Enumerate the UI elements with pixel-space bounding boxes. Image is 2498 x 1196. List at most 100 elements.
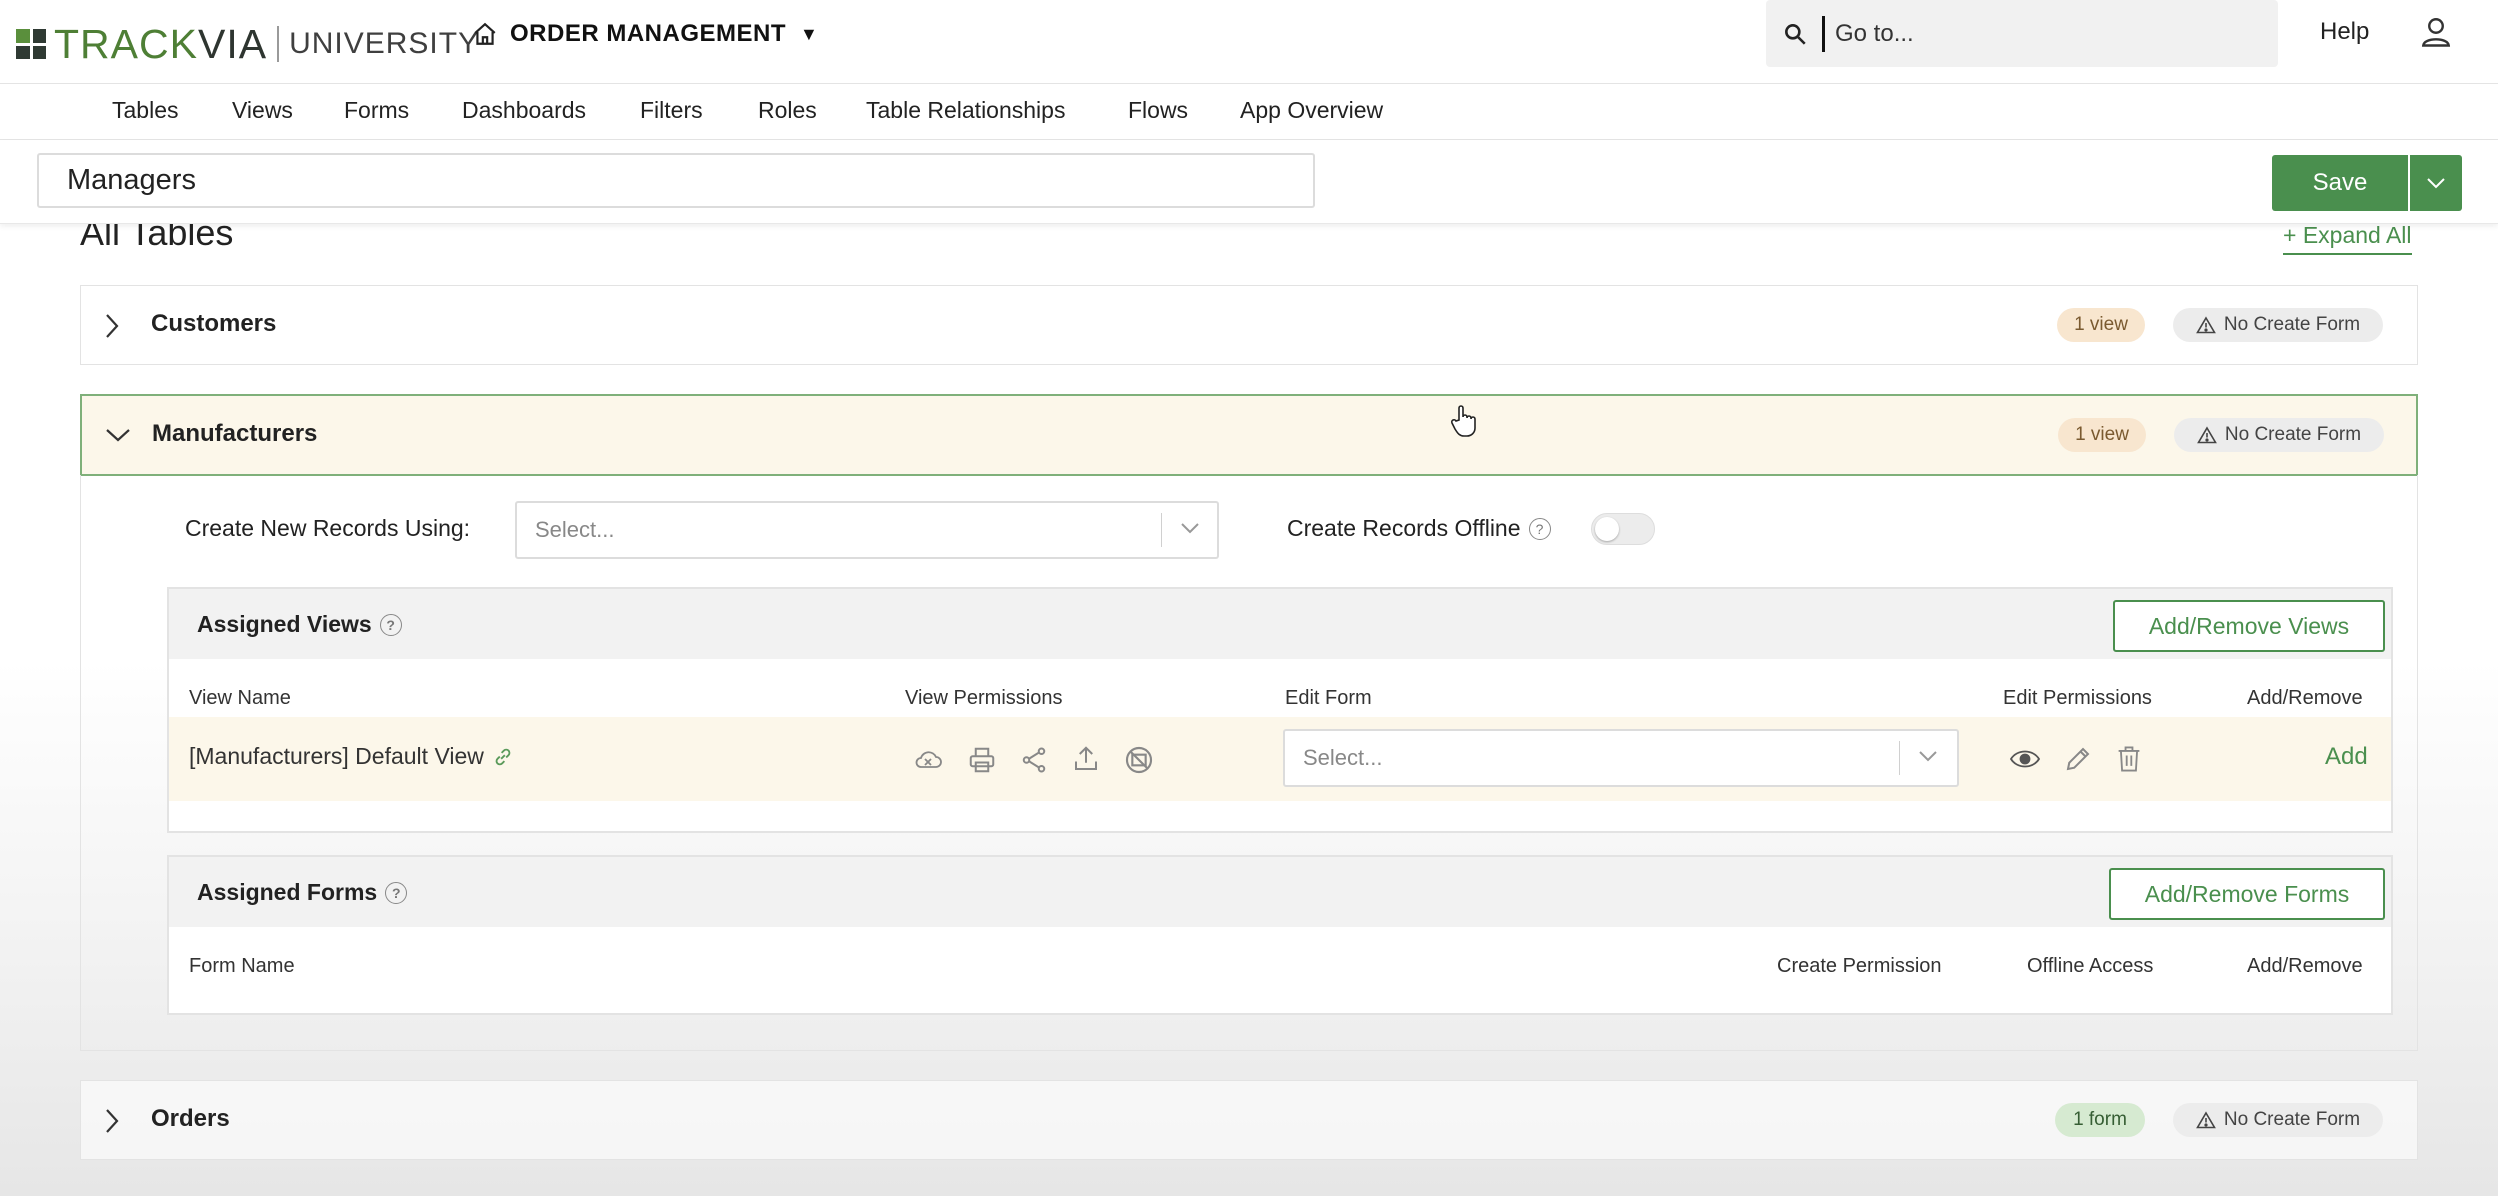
logo-mark-icon: [16, 29, 46, 59]
chevron-down-icon: [2425, 176, 2447, 190]
table-name: Manufacturers: [152, 420, 318, 447]
caret-down-icon: ▼: [800, 23, 819, 44]
create-new-records-label: Create New Records Using:: [185, 515, 471, 541]
nav-flows[interactable]: Flows: [1128, 97, 1188, 124]
nav-table-relationships[interactable]: Table Relationships: [866, 97, 1065, 124]
table-row-manufacturers[interactable]: Manufacturers 1 view No Create Form: [80, 394, 2418, 476]
assigned-forms-panel: Assigned Forms ? Add/Remove Forms Form N…: [167, 855, 2393, 1015]
nav-filters[interactable]: Filters: [640, 97, 703, 124]
no-create-form-badge: No Create Form: [2174, 418, 2384, 452]
toggle-knob: [1595, 517, 1619, 541]
no-create-form-badge: No Create Form: [2173, 1103, 2383, 1137]
pencil-icon[interactable]: [2063, 744, 2093, 774]
offline-toggle[interactable]: [1591, 513, 1655, 545]
user-icon[interactable]: [2418, 14, 2454, 50]
eye-icon[interactable]: [2009, 746, 2041, 772]
trackvia-university-logo[interactable]: TRACK VIA UNIVERSITY: [16, 20, 480, 67]
print-icon[interactable]: [967, 745, 997, 775]
export-icon[interactable]: [1071, 744, 1101, 774]
col-offline-access: Offline Access: [2027, 955, 2154, 977]
col-view-name: View Name: [189, 687, 291, 709]
view-name-text: [Manufacturers] Default View: [189, 743, 484, 769]
help-icon[interactable]: ?: [385, 881, 408, 904]
nav-views[interactable]: Views: [232, 97, 293, 124]
col-edit-permissions: Edit Permissions: [2003, 687, 2152, 709]
hand-cursor-icon: [1450, 404, 1478, 438]
assigned-forms-title-text: Assigned Forms: [197, 879, 378, 905]
warning-icon: [2195, 1111, 2216, 1129]
view-row: [Manufacturers] Default View Select... A…: [169, 717, 2391, 801]
assigned-forms-header: Assigned Forms ? Add/Remove Forms: [169, 857, 2391, 927]
help-link[interactable]: Help: [2320, 18, 2369, 46]
chevron-right-icon[interactable]: [103, 1107, 121, 1135]
goto-input[interactable]: Go to...: [1835, 20, 1914, 48]
no-create-form-label: No Create Form: [2223, 314, 2361, 335]
table-row-customers[interactable]: Customers 1 view No Create Form: [80, 285, 2418, 365]
select-divider: [1899, 741, 1900, 775]
chevron-down-icon: [1179, 521, 1201, 535]
role-bar: Save: [0, 140, 2498, 224]
content-area: All Tables + Expand All Customers 1 view…: [0, 212, 2498, 1196]
text-caret: [1822, 15, 1825, 52]
chevron-right-icon[interactable]: [103, 312, 121, 340]
col-add-remove: Add/Remove: [2247, 955, 2363, 977]
logo-university-text: UNIVERSITY: [289, 27, 480, 60]
nav-tables[interactable]: Tables: [112, 97, 178, 124]
select-divider: [1161, 513, 1162, 547]
logo-track-text: TRACK: [54, 20, 198, 67]
app-switcher[interactable]: ORDER MANAGEMENT ▼: [472, 14, 818, 54]
home-icon: [472, 21, 498, 47]
add-remove-forms-button[interactable]: Add/Remove Forms: [2109, 868, 2385, 920]
col-form-name: Form Name: [189, 955, 295, 977]
view-name: [Manufacturers] Default View: [189, 743, 514, 770]
warning-icon: [2195, 316, 2216, 334]
help-icon[interactable]: ?: [379, 613, 402, 636]
nav-roles[interactable]: Roles: [758, 97, 817, 124]
search-icon: [1782, 21, 1808, 47]
goto-search[interactable]: Go to...: [1766, 0, 2278, 67]
assigned-views-header: Assigned Views ? Add/Remove Views: [169, 589, 2391, 659]
view-count-badge: 1 view: [2057, 308, 2145, 342]
offline-label-text: Create Records Offline: [1287, 515, 1521, 541]
role-name-input[interactable]: [37, 153, 1315, 208]
table-row-orders[interactable]: Orders 1 form No Create Form: [80, 1080, 2418, 1160]
trash-icon[interactable]: [2115, 744, 2143, 774]
col-add-remove: Add/Remove: [2247, 687, 2363, 709]
form-count-badge: 1 form: [2055, 1103, 2145, 1137]
nav-dashboards[interactable]: Dashboards: [462, 97, 586, 124]
app-nav: Tables Views Forms Dashboards Filters Ro…: [0, 84, 2498, 140]
nav-forms[interactable]: Forms: [344, 97, 409, 124]
add-remove-views-button[interactable]: Add/Remove Views: [2113, 600, 2385, 652]
share-icon[interactable]: [1019, 745, 1049, 775]
manufacturers-details: Create New Records Using: Select... Crea…: [80, 475, 2418, 1051]
table-name: Orders: [151, 1105, 230, 1132]
create-form-select[interactable]: Select...: [515, 501, 1219, 559]
save-button[interactable]: Save: [2272, 155, 2408, 211]
nav-app-overview[interactable]: App Overview: [1240, 97, 1383, 124]
help-icon[interactable]: ?: [1528, 517, 1551, 540]
add-view-link[interactable]: Add: [2325, 743, 2368, 771]
cloud-off-icon[interactable]: [913, 747, 943, 773]
assigned-forms-title: Assigned Forms ?: [197, 879, 408, 906]
top-bar: TRACK VIA UNIVERSITY ORDER MANAGEMENT ▼ …: [0, 0, 2498, 84]
col-edit-form: Edit Form: [1285, 687, 1372, 709]
warning-icon: [2196, 426, 2217, 444]
assigned-views-panel: Assigned Views ? Add/Remove Views View N…: [167, 587, 2393, 833]
link-icon[interactable]: [492, 746, 514, 768]
chevron-down-icon[interactable]: [104, 426, 132, 444]
view-count-badge: 1 view: [2058, 418, 2146, 452]
app-title: ORDER MANAGEMENT: [510, 20, 786, 47]
col-view-permissions: View Permissions: [905, 687, 1063, 709]
expand-all-link[interactable]: + Expand All: [2283, 222, 2412, 255]
no-image-icon[interactable]: [1123, 744, 1155, 776]
no-create-form-badge: No Create Form: [2173, 308, 2383, 342]
no-create-form-label: No Create Form: [2224, 424, 2362, 445]
table-name: Customers: [151, 310, 277, 337]
logo-divider: [277, 26, 280, 62]
no-create-form-label: No Create Form: [2223, 1109, 2361, 1130]
assigned-views-title: Assigned Views ?: [197, 611, 402, 638]
save-options-button[interactable]: [2410, 155, 2462, 211]
chevron-down-icon: [1917, 749, 1939, 763]
edit-form-select[interactable]: Select...: [1283, 729, 1959, 787]
logo-via-text: VIA: [197, 20, 268, 67]
